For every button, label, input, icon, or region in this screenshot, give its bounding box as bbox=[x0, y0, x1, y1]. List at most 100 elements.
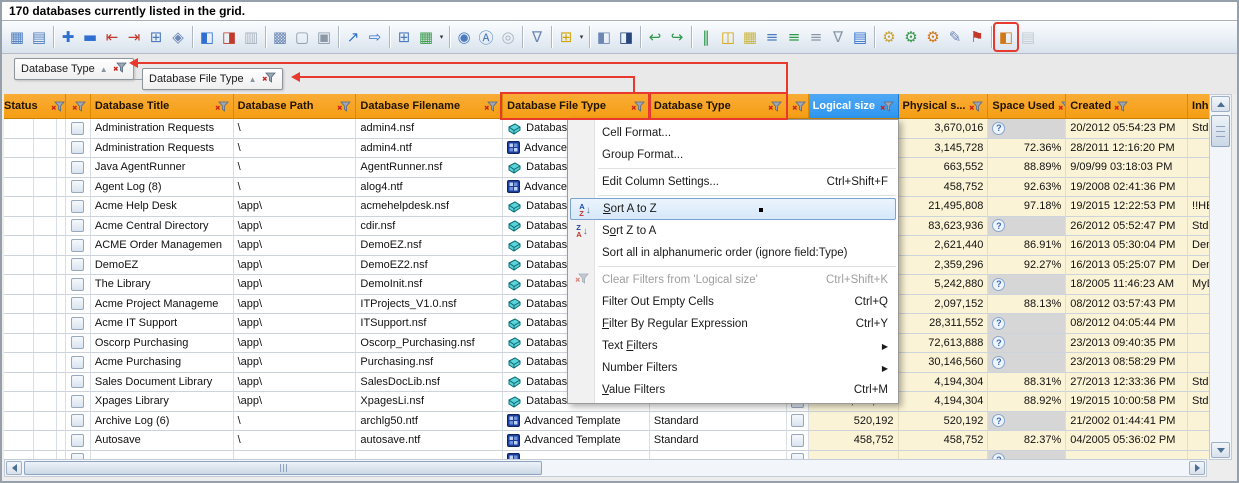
groupby-pill-database-file-type[interactable]: Database File Type ▲ bbox=[142, 68, 283, 90]
filter-funnel-icon[interactable] bbox=[792, 101, 806, 112]
cell-space-used[interactable]: 88.92% bbox=[988, 392, 1066, 412]
cell-space-used[interactable]: 86.91% bbox=[988, 236, 1066, 256]
cell-database-filename[interactable]: ITProjects_V1.0.nsf bbox=[356, 295, 503, 315]
cell-physical-size[interactable]: 28,311,552 bbox=[899, 314, 989, 334]
cell-created[interactable]: 26/2012 05:52:47 PM bbox=[1066, 217, 1188, 237]
cell-created[interactable]: 04/2005 05:36:02 PM bbox=[1066, 431, 1188, 451]
column-header-status[interactable]: Status bbox=[4, 94, 66, 119]
cell-status[interactable] bbox=[4, 373, 66, 393]
row-checkbox2-cell[interactable] bbox=[787, 412, 809, 432]
cell-database-filename[interactable]: DemoEZ2.nsf bbox=[356, 256, 503, 276]
cell-space-used[interactable]: ? bbox=[988, 314, 1066, 334]
menu-item-filter-by-regular-expression[interactable]: Filter By Regular ExpressionCtrl+Y bbox=[568, 313, 898, 335]
row-checkbox[interactable] bbox=[71, 317, 84, 330]
cell-database-file-type[interactable]: Advanced Template bbox=[503, 431, 650, 451]
menu-item-sort-a-to-z[interactable]: AZ↓Sort A to Z bbox=[570, 198, 896, 220]
row-checkbox[interactable] bbox=[71, 434, 84, 447]
cell-inherit-template[interactable] bbox=[1188, 158, 1209, 178]
cell-space-used[interactable]: ? bbox=[988, 353, 1066, 373]
table-preview-icon[interactable]: ▤ bbox=[28, 24, 50, 50]
row-checkbox[interactable] bbox=[71, 258, 84, 271]
filter-funnel-icon[interactable] bbox=[51, 101, 65, 112]
cell-database-path[interactable]: \app\ bbox=[234, 217, 357, 237]
gear-green-icon[interactable]: ⚙ bbox=[900, 24, 922, 50]
cell-status[interactable] bbox=[4, 314, 66, 334]
cell-status[interactable] bbox=[4, 256, 66, 276]
cell-status[interactable] bbox=[4, 412, 66, 432]
cell-database-title[interactable]: Oscorp Purchasing bbox=[91, 334, 234, 354]
table-row[interactable]: ? bbox=[4, 451, 1209, 460]
menu-item-filter-out-empty-cells[interactable]: Filter Out Empty CellsCtrl+Q bbox=[568, 291, 898, 313]
cell-logical-size[interactable]: 520,192 bbox=[809, 412, 899, 432]
row-checkbox[interactable] bbox=[71, 219, 84, 232]
horizontal-scroll-thumb[interactable] bbox=[24, 461, 542, 475]
cell-space-used[interactable]: 88.13% bbox=[988, 295, 1066, 315]
cell-inherit-template[interactable]: StdR bbox=[1188, 373, 1209, 393]
row-checkbox-cell[interactable] bbox=[66, 412, 91, 432]
column-header-path[interactable]: Database Path bbox=[234, 94, 357, 119]
row-checkbox[interactable] bbox=[71, 161, 84, 174]
cell-database-title[interactable]: ACME Order Managemen bbox=[91, 236, 234, 256]
cell-created[interactable]: 08/2012 04:05:44 PM bbox=[1066, 314, 1188, 334]
row-checkbox-cell[interactable] bbox=[66, 236, 91, 256]
row-checkbox[interactable] bbox=[71, 141, 84, 154]
cell-created[interactable]: 9/09/99 03:18:03 PM bbox=[1066, 158, 1188, 178]
cell-database-path[interactable]: \app\ bbox=[234, 392, 357, 412]
cell-database-path[interactable]: \ bbox=[234, 431, 357, 451]
cell-physical-size[interactable] bbox=[899, 451, 989, 460]
cell-physical-size[interactable]: 520,192 bbox=[899, 412, 989, 432]
cell-database-path[interactable] bbox=[234, 451, 357, 460]
row-checkbox[interactable] bbox=[71, 336, 84, 349]
row-checkbox-cell[interactable] bbox=[66, 139, 91, 159]
cell-physical-size[interactable]: 4,194,304 bbox=[899, 373, 989, 393]
cell-space-used[interactable]: 88.89% bbox=[988, 158, 1066, 178]
org-move-icon[interactable]: ≡ bbox=[805, 24, 827, 50]
column-header-title[interactable]: Database Title bbox=[91, 94, 234, 119]
split-column-left-icon[interactable]: ◧ bbox=[196, 24, 218, 50]
export-icon[interactable]: ↗ bbox=[342, 24, 364, 50]
cell-inherit-template[interactable] bbox=[1188, 178, 1209, 198]
cell-space-used[interactable]: ? bbox=[988, 334, 1066, 354]
cell-status[interactable] bbox=[4, 217, 66, 237]
select-region-icon[interactable]: ▩ bbox=[269, 24, 291, 50]
cell-physical-size[interactable]: 2,097,152 bbox=[899, 295, 989, 315]
row-checkbox-cell[interactable] bbox=[66, 392, 91, 412]
gear-yellow-icon[interactable]: ⚙ bbox=[878, 24, 900, 50]
cell-physical-size[interactable]: 72,613,888 bbox=[899, 334, 989, 354]
cell-database-filename[interactable]: AgentRunner.nsf bbox=[356, 158, 503, 178]
row-checkbox-cell[interactable] bbox=[66, 334, 91, 354]
cell-physical-size[interactable]: 2,621,440 bbox=[899, 236, 989, 256]
copy-sheets-icon[interactable]: ▣ bbox=[313, 24, 335, 50]
filter-small-icon[interactable]: ∇ bbox=[827, 24, 849, 50]
cell-physical-size[interactable]: 663,552 bbox=[899, 158, 989, 178]
cell-space-used[interactable]: ? bbox=[988, 451, 1066, 460]
add-note-icon[interactable]: ⊞ bbox=[555, 24, 577, 50]
cell-created[interactable]: 28/2011 12:16:20 PM bbox=[1066, 139, 1188, 159]
column-header-space[interactable]: Space Used bbox=[988, 94, 1066, 119]
cell-status[interactable] bbox=[4, 197, 66, 217]
cell-physical-size[interactable]: 5,242,880 bbox=[899, 275, 989, 295]
cell-database-filename[interactable]: alog4.ntf bbox=[356, 178, 503, 198]
menu-item-edit-column-settings[interactable]: Edit Column Settings...Ctrl+Shift+F bbox=[568, 171, 898, 193]
cell-space-used[interactable]: 82.37% bbox=[988, 431, 1066, 451]
paste-dim-icon[interactable]: ▤ bbox=[1017, 24, 1039, 50]
row-checkbox[interactable] bbox=[71, 297, 84, 310]
cell-inherit-template[interactable]: !!HE bbox=[1188, 197, 1209, 217]
cell-physical-size[interactable]: 2,359,296 bbox=[899, 256, 989, 276]
export-settings-icon[interactable]: ⇨ bbox=[364, 24, 386, 50]
freeze-pane-highlighted-icon[interactable]: ◧ bbox=[995, 24, 1017, 50]
menu-item-number-filters[interactable]: Number Filters▶ bbox=[568, 357, 898, 379]
filter-funnel-icon[interactable] bbox=[1114, 101, 1128, 112]
cell-database-path[interactable]: \app\ bbox=[234, 275, 357, 295]
console-icon[interactable]: ▤ bbox=[849, 24, 871, 50]
row-checkbox-cell[interactable] bbox=[66, 178, 91, 198]
cell-database-path[interactable]: \app\ bbox=[234, 334, 357, 354]
cell-created[interactable]: 16/2013 05:25:07 PM bbox=[1066, 256, 1188, 276]
cell-database-type[interactable]: Standard bbox=[650, 431, 787, 451]
row-checkbox-cell[interactable] bbox=[66, 314, 91, 334]
cell-status[interactable] bbox=[4, 275, 66, 295]
table-settings-icon[interactable]: ▦ bbox=[6, 24, 28, 50]
cell-database-filename[interactable]: archlg50.ntf bbox=[356, 412, 503, 432]
find-text-icon[interactable]: Ⓐ bbox=[475, 24, 497, 50]
cell-database-path[interactable]: \app\ bbox=[234, 373, 357, 393]
